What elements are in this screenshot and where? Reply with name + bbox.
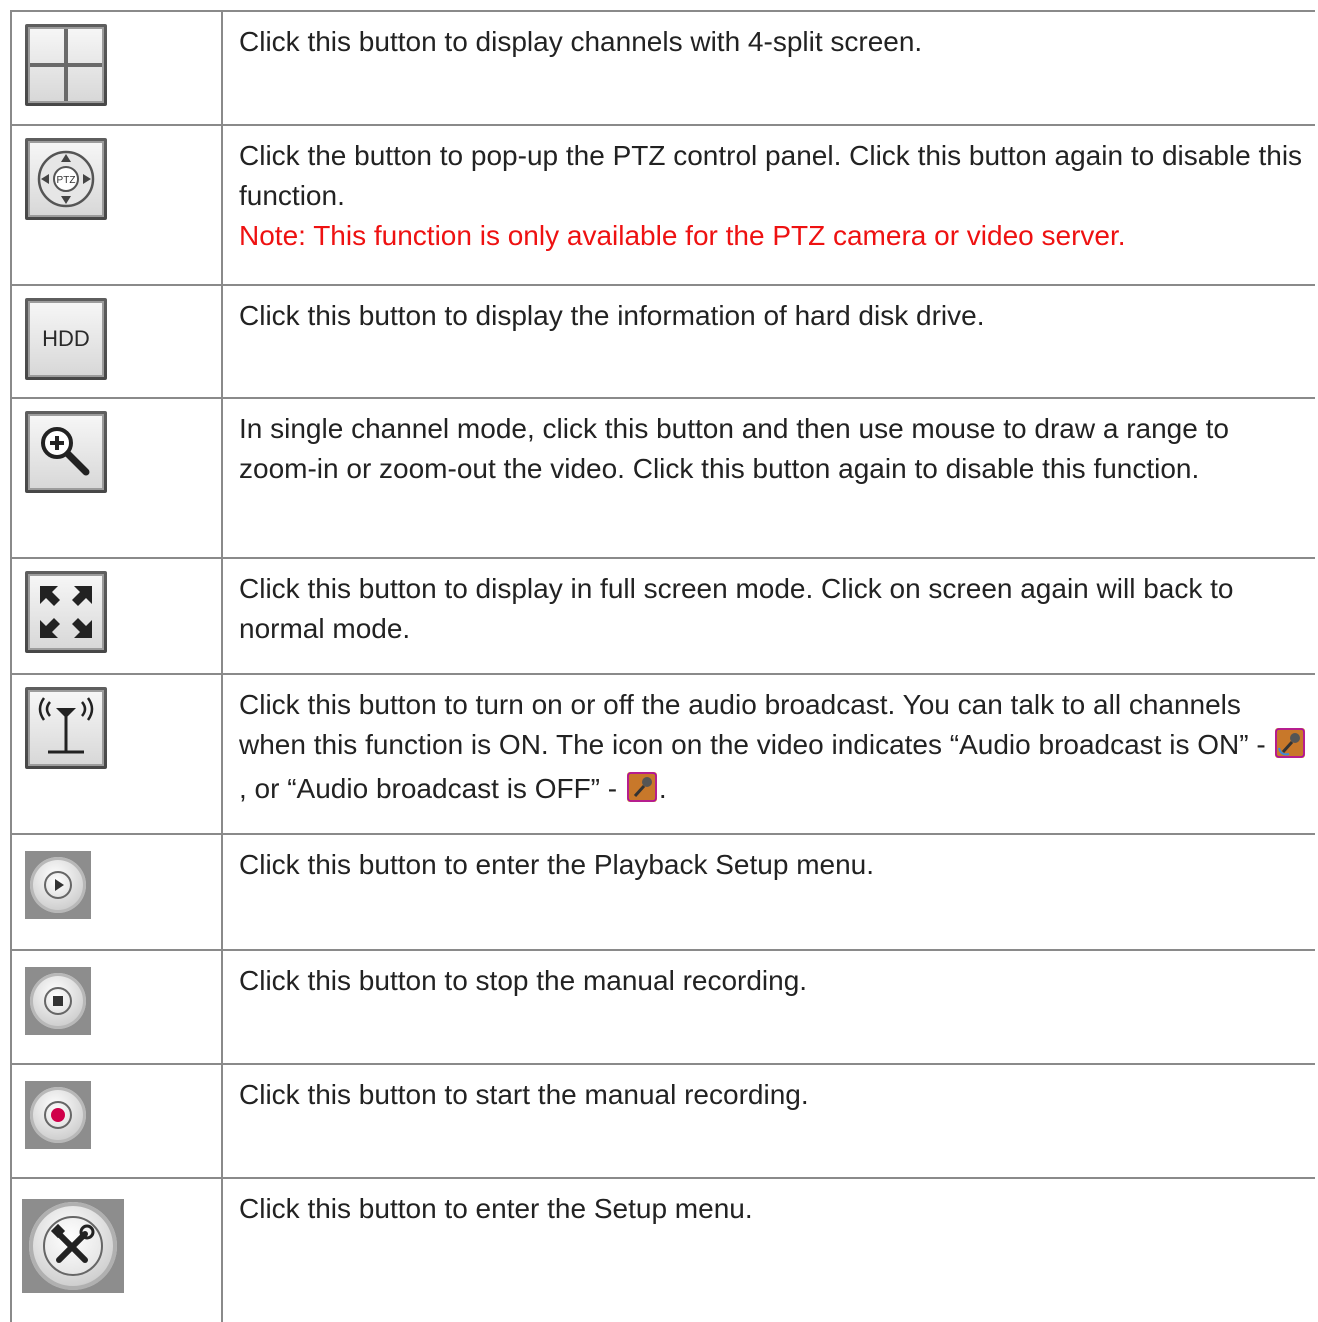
- setup-tools-icon: [22, 1199, 124, 1293]
- row-description: Click this button to display channels wi…: [239, 26, 923, 57]
- table-row: Click this button to display in full scr…: [10, 557, 1315, 673]
- row-text: , or “Audio broadcast is OFF” -: [239, 773, 625, 804]
- hdd-icon: HDD: [25, 298, 107, 380]
- table-row: HDD Click this button to display the inf…: [10, 284, 1315, 397]
- icon-cell: [12, 1179, 223, 1322]
- icon-cell: [12, 12, 223, 124]
- icon-cell: HDD: [12, 286, 223, 397]
- icon-cell: PTZ: [12, 126, 223, 284]
- table-row: Click this button to turn on or off the …: [10, 673, 1315, 833]
- row-description: Click this button to display in full scr…: [239, 573, 1234, 644]
- svg-text:PTZ: PTZ: [57, 175, 76, 186]
- table-row: Click this button to enter the Setup men…: [10, 1177, 1315, 1322]
- row-description: Click this button to stop the manual rec…: [239, 965, 808, 996]
- icon-cell: [12, 675, 223, 833]
- zoom-icon: [25, 411, 107, 493]
- hdd-label: HDD: [42, 326, 90, 351]
- row-description: Click this button to enter the Setup men…: [239, 1193, 753, 1224]
- row-description: Click this button to enter the Playback …: [239, 849, 875, 880]
- icon-cell: [12, 559, 223, 673]
- row-description: Click the button to pop-up the PTZ contr…: [239, 136, 1309, 256]
- icon-cell: [12, 1065, 223, 1177]
- microphone-off-icon: [626, 772, 657, 813]
- stop-icon: [25, 967, 91, 1035]
- table-row: Click this button to start the manual re…: [10, 1063, 1315, 1177]
- icon-cell: [12, 951, 223, 1063]
- play-icon: [25, 851, 91, 919]
- ptz-note: Note: This function is only available fo…: [239, 220, 1126, 251]
- table-row: Click this button to enter the Playback …: [10, 833, 1315, 949]
- row-description: In single channel mode, click this butto…: [239, 413, 1229, 484]
- icon-cell: [12, 399, 223, 557]
- four-split-icon: [25, 24, 107, 106]
- row-text: Click the button to pop-up the PTZ contr…: [239, 140, 1303, 211]
- table-row: Click this button to stop the manual rec…: [10, 949, 1315, 1063]
- row-description: Click this button to turn on or off the …: [239, 685, 1309, 813]
- microphone-on-icon: [1275, 728, 1306, 769]
- ptz-icon: PTZ: [25, 138, 107, 220]
- table-row: Click this button to display channels wi…: [10, 10, 1315, 124]
- icon-cell: [12, 835, 223, 949]
- row-text: Click this button to turn on or off the …: [239, 689, 1274, 760]
- row-description: Click this button to start the manual re…: [239, 1079, 809, 1110]
- table-row: PTZ Click the button to pop-up the PTZ c…: [10, 124, 1315, 284]
- audio-broadcast-icon: [25, 687, 107, 769]
- table-row: In single channel mode, click this butto…: [10, 397, 1315, 557]
- fullscreen-icon: [25, 571, 107, 653]
- row-description: Click this button to display the informa…: [239, 300, 985, 331]
- row-text: .: [658, 773, 667, 804]
- record-icon: [25, 1081, 91, 1149]
